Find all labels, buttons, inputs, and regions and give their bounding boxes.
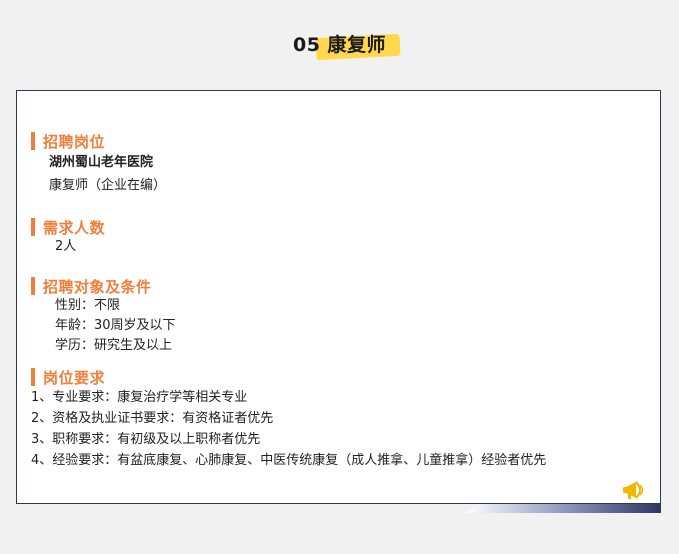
section-marker bbox=[31, 277, 35, 295]
page-header: 05 康复师 bbox=[0, 22, 679, 66]
requirement-item: 4、经验要求：有盆底康复、心肺康复、中医传统康复（成人推拿、儿童推拿）经验者优先 bbox=[31, 453, 547, 468]
section-position: 招聘岗位 湖州蜀山老年医院 康复师（企业在编） bbox=[31, 131, 650, 196]
megaphone-icon bbox=[623, 481, 644, 499]
headcount-value: 2人 bbox=[55, 239, 77, 254]
section-title: 需求人数 bbox=[43, 218, 106, 237]
condition-item: 学历：研究生及以上 bbox=[55, 338, 173, 353]
role-name: 康复师（企业在编） bbox=[49, 178, 167, 193]
section-marker bbox=[31, 132, 35, 150]
job-card: 招聘岗位 湖州蜀山老年医院 康复师（企业在编） 需求人数 2人 招聘对象及条件 … bbox=[16, 90, 661, 504]
requirement-item: 2、资格及执业证书要求：有资格证者优先 bbox=[31, 411, 274, 426]
section-marker bbox=[31, 368, 35, 386]
section-title: 岗位要求 bbox=[43, 368, 106, 387]
condition-item: 年龄：30周岁及以下 bbox=[55, 318, 176, 333]
section-title: 招聘岗位 bbox=[43, 132, 106, 151]
section-conditions: 招聘对象及条件 性别：不限 年龄：30周岁及以下 学历：研究生及以上 bbox=[31, 276, 650, 356]
employer-name: 湖州蜀山老年医院 bbox=[49, 155, 154, 170]
section-marker bbox=[31, 218, 35, 236]
section-title: 招聘对象及条件 bbox=[43, 277, 152, 296]
card-footer-stripe bbox=[466, 504, 661, 513]
page-title: 05 康复师 bbox=[292, 34, 387, 56]
section-requirements: 岗位要求 1、专业要求：康复治疗学等相关专业 2、资格及执业证书要求：有资格证者… bbox=[31, 367, 650, 471]
requirement-item: 1、专业要求：康复治疗学等相关专业 bbox=[31, 390, 248, 405]
requirement-item: 3、职称要求：有初级及以上职称者优先 bbox=[31, 432, 261, 447]
condition-item: 性别：不限 bbox=[55, 298, 121, 313]
section-headcount: 需求人数 2人 bbox=[31, 217, 650, 257]
